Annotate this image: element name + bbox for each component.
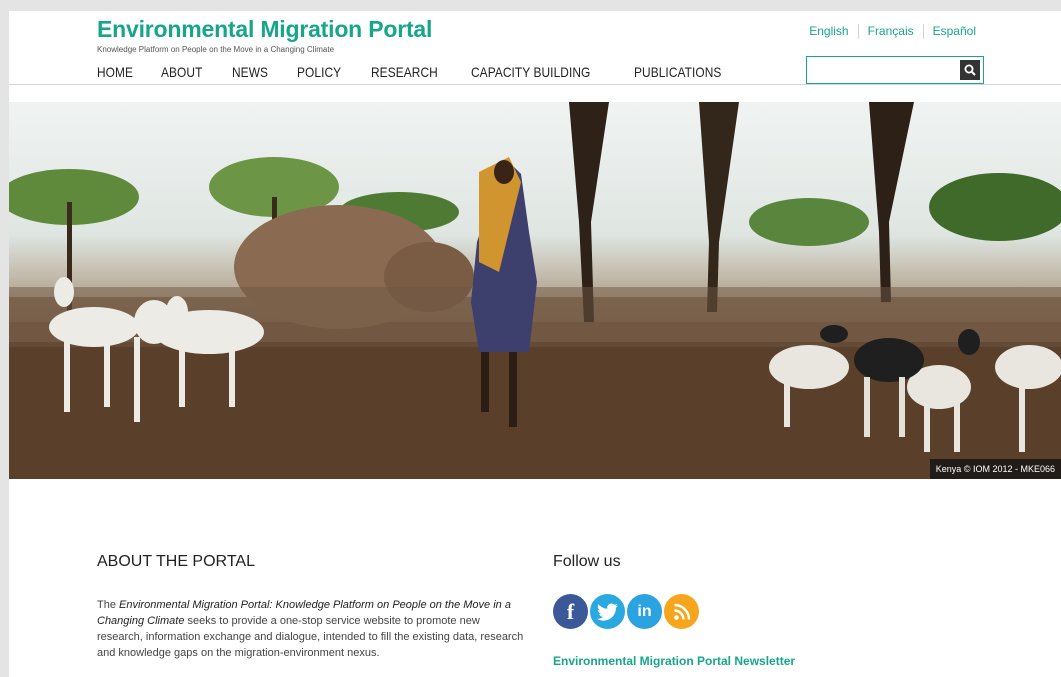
rss-feed-icon [673,603,690,620]
nav-capacity-building[interactable]: CAPACITY BUILDING [471,64,590,80]
site-title[interactable]: Environmental Migration Portal [97,16,432,43]
search-button[interactable] [960,60,980,80]
about-title: ABOUT THE PORTAL [97,553,255,570]
hero-caption: Kenya © IOM 2012 - MKE066 [929,459,1061,479]
lang-french[interactable]: Français [857,24,923,39]
lang-english[interactable]: English [800,24,857,39]
nav-about[interactable]: ABOUT [161,64,202,80]
about-text-pre: The [97,599,120,611]
search-box [806,56,984,84]
nav-news[interactable]: NEWS [232,64,268,80]
linkedin-icon[interactable]: in [627,594,662,629]
search-icon [964,64,976,76]
nav-policy[interactable]: POLICY [297,64,341,80]
hero-illustration [9,102,1061,479]
twitter-icon[interactable] [590,594,625,629]
nav-home[interactable]: HOME [97,64,133,80]
main-nav: HOME ABOUT NEWS POLICY RESEARCH CAPACITY… [97,64,758,80]
nav-research[interactable]: RESEARCH [371,64,438,80]
twitter-bird-icon [596,603,618,621]
header: Environmental Migration Portal Knowledge… [9,11,1061,85]
about-text: The Environmental Migration Portal: Know… [97,597,527,661]
newsletter-link[interactable]: Environmental Migration Portal Newslette… [553,654,795,668]
facebook-icon[interactable]: f [553,594,588,629]
social-links: f in [553,594,699,629]
site-tagline: Knowledge Platform on People on the Move… [97,45,335,54]
hero-image: Kenya © IOM 2012 - MKE066 [9,102,1061,479]
follow-title: Follow us [553,553,621,570]
search-input[interactable] [809,59,954,81]
language-switcher: English Français Español [800,24,985,39]
nav-publications[interactable]: PUBLICATIONS [634,64,721,80]
rss-icon[interactable] [664,594,699,629]
page: Environmental Migration Portal Knowledge… [9,11,1061,677]
lang-spanish[interactable]: Español [922,24,985,39]
